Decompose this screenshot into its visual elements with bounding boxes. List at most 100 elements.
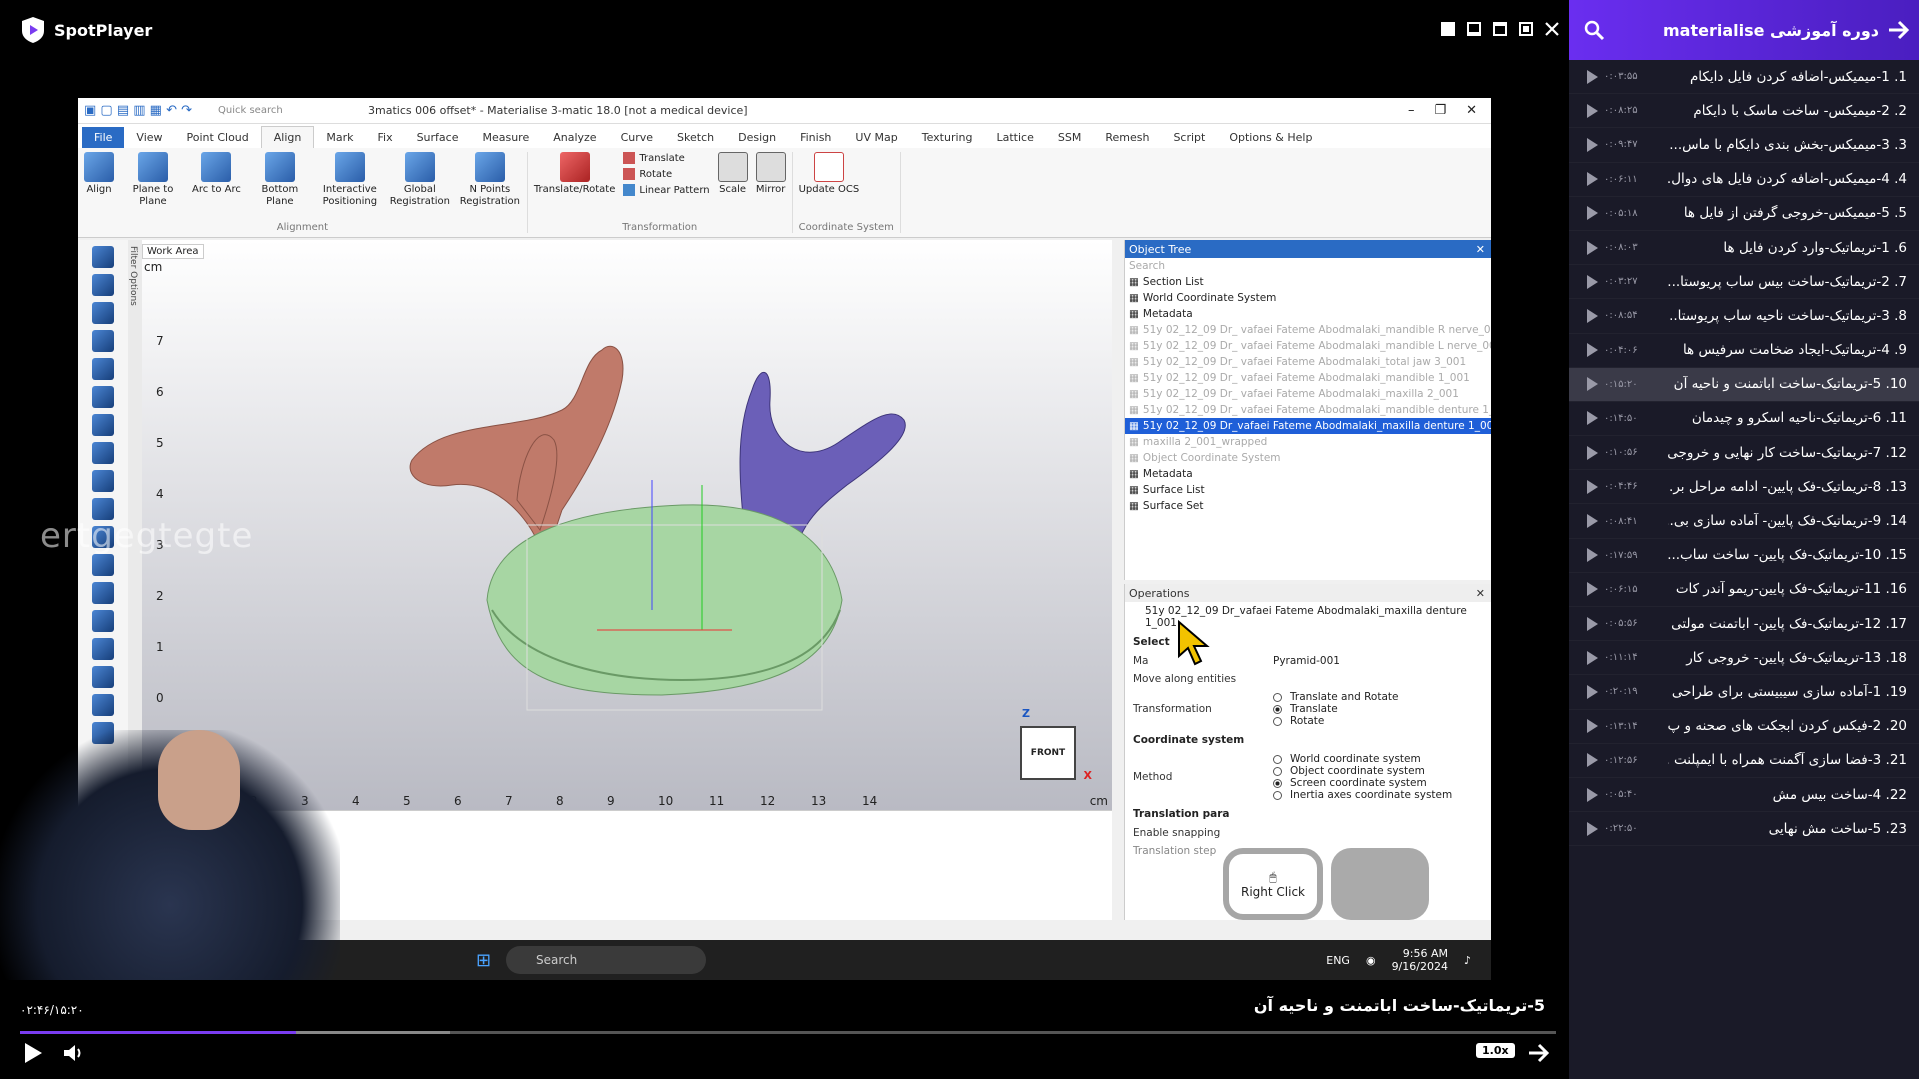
tree-search-input[interactable]: Search [1125,258,1491,274]
playlist-item[interactable]: 22. 4-ساخت بیس مش ۰:۰۵:۴۰ [1569,778,1919,813]
play-icon[interactable] [1587,274,1598,289]
atom-icon[interactable] [92,666,114,688]
playlist-item[interactable]: 7. 2-تریماتیک-ساخت بیس ساب پریوستا... ۰:۰… [1569,265,1919,300]
tree-row[interactable]: ▦ Metadata [1125,466,1491,482]
ribbon-button[interactable]: N Points Registration [459,152,521,222]
play-icon[interactable] [1587,821,1598,836]
cube-icon[interactable] [92,442,114,464]
tree-row[interactable]: ▦ Section List [1125,274,1491,290]
playlist-item[interactable]: 9. 4-تریماتیک-ایجاد ضخامت سرفیس ها ۰:۰۴:۰… [1569,334,1919,368]
playlist-item[interactable]: 11. 6-تریماتیک-ناحیه اسکرو و چیدمان ۰:۱۴:… [1569,402,1919,437]
ribbon-tab[interactable]: Fix [365,127,404,148]
radio-option[interactable]: World coordinate system [1273,753,1452,765]
translate-button[interactable]: Translate [623,152,709,164]
ribbon-tab[interactable]: Finish [788,127,843,148]
mirror-button[interactable]: Mirror [755,152,786,222]
notification-icon[interactable]: ♪ [1464,954,1471,967]
radio-option[interactable]: Rotate [1273,715,1398,727]
play-icon[interactable] [1587,411,1598,426]
work-area[interactable]: Work Area cm 76543210 234567891011121314… [142,240,1112,810]
ribbon-tab[interactable]: File [82,127,125,148]
play-icon[interactable] [1587,582,1598,597]
rotate-button[interactable]: Rotate [623,168,709,180]
ribbon-button[interactable]: Bottom Plane [249,152,311,222]
restore-icon[interactable] [1517,20,1535,38]
play-icon[interactable] [1587,514,1598,529]
ribbon-button[interactable]: Plane to Plane [122,152,184,222]
playlist-item[interactable]: 2. 2-میمیکس- ساخت ماسک با دایکام ۰:۰۸:۲۵ [1569,94,1919,129]
tree-row[interactable]: ▦ Object Coordinate System [1125,450,1491,466]
play-icon[interactable] [1587,445,1598,460]
tree-row[interactable]: ▦ 51y 02_12_09 Dr_ vafaei Fateme Abodmala… [1125,402,1491,418]
ribbon-tab[interactable]: Texturing [910,127,985,148]
playlist-item[interactable]: 6. 1-تریماتیک-وارد کردن فایل ها ۰:۰۸:۰۳ [1569,231,1919,266]
minimize-icon[interactable]: – [1408,103,1415,118]
radio-option[interactable]: Object coordinate system [1273,765,1452,777]
tree-row[interactable]: ▦ Metadata [1125,306,1491,322]
playlist-item[interactable]: 12. 7-تریماتیک-ساخت کار نهایی و خروجی ۰:۱… [1569,436,1919,471]
play-icon[interactable] [1587,308,1598,323]
tree-row[interactable]: ▦ Surface Set [1125,498,1491,514]
tree-row[interactable]: ▦ Surface List [1125,482,1491,498]
dental-model[interactable] [142,240,1112,810]
wifi-icon[interactable]: ◉ [1366,954,1376,967]
clip-icon[interactable] [92,610,114,632]
ribbon-tab[interactable]: View [124,127,174,148]
progress-bar[interactable] [20,1031,1556,1034]
volume-icon[interactable] [60,1040,86,1066]
play-icon[interactable] [1587,69,1598,84]
rotate-icon[interactable] [92,274,114,296]
mesh-icon[interactable] [92,554,114,576]
play-icon[interactable] [1587,343,1598,358]
tree-row[interactable]: ▦ 51y 02_12_09 Dr_ vafaei Fateme Abodmala… [1125,354,1491,370]
speed-button[interactable]: 1.0x [1476,1043,1515,1058]
play-icon[interactable] [1587,684,1598,699]
playlist-item[interactable]: 19. 1-آماده سازی سیبیستی برای طراحی ۰:۲۰:… [1569,675,1919,710]
scale-button[interactable]: Scale [717,152,748,222]
target-icon[interactable] [92,386,114,408]
clock[interactable]: 9:56 AM 9/16/2024 [1392,947,1448,973]
ribbon-tab[interactable]: Surface [405,127,471,148]
play-icon[interactable] [1587,719,1598,734]
ribbon-tab[interactable]: Analyze [541,127,608,148]
zoom-icon[interactable] [92,302,114,324]
ribbon-button[interactable]: Global Registration [389,152,451,222]
ribbon-button[interactable]: Interactive Positioning [319,152,381,222]
radio-option[interactable]: Translate and Rotate [1273,691,1398,703]
taskbar-search[interactable]: Search [506,946,706,974]
ribbon-button[interactable]: Align [84,152,114,222]
playlist-item[interactable]: 8. 3-تریماتیک-ساخت ناحیه ساب پریوستا... ۰… [1569,299,1919,334]
translate-rotate-button[interactable]: Translate/Rotate [534,152,615,222]
play-icon[interactable] [1587,206,1598,221]
playlist-item[interactable]: 17. 12-تریماتیک-فک پایین- اباتمنت مولتی ۰… [1569,607,1919,642]
ribbon-tab[interactable]: Align [260,126,315,148]
play-icon[interactable] [1587,172,1598,187]
ribbon-tab[interactable]: Mark [314,127,365,148]
close-icon[interactable]: ✕ [1476,243,1491,256]
ribbon-button[interactable]: Arc to Arc [192,152,241,222]
tree-row[interactable]: ▦ World Coordinate System [1125,290,1491,306]
update-ocs-button[interactable]: Update OCS [799,152,859,222]
minimize-icon[interactable] [1465,20,1483,38]
ribbon-tab[interactable]: Design [726,127,788,148]
tree-row[interactable]: ▦ 51y 02_12_09 Dr_ vafaei Fateme Abodmala… [1125,338,1491,354]
playlist-item[interactable]: 15. 10-تریماتیک-فک پایین- ساخت ساب... ۰:۱… [1569,539,1919,573]
radio-option[interactable]: Translate [1273,703,1398,715]
play-icon[interactable] [1587,650,1598,665]
playlist-item[interactable]: 20. 2-فیکس کردن ابجکت های صحنه و پ... ۰:۱… [1569,710,1919,744]
tree-row[interactable]: ▦ 51y 02_12_09 Dr_ vafaei Fateme Abodmala… [1125,386,1491,402]
playlist-item[interactable]: 5. 5-میمیکس-خروجی گرفتن از فایل ها ۰:۰۵:۱… [1569,197,1919,231]
view-icon[interactable] [92,414,114,436]
zoom-region-icon[interactable] [92,330,114,352]
move-icon[interactable] [92,246,114,268]
square-icon[interactable] [1439,20,1457,38]
linear-pattern-button[interactable]: Linear Pattern [623,184,710,196]
restore-icon[interactable]: ❐ [1434,103,1446,118]
box-icon[interactable] [92,470,114,492]
play-icon[interactable] [1587,240,1598,255]
fill-icon[interactable] [92,638,114,660]
play-icon[interactable] [1587,137,1598,152]
play-icon[interactable] [1587,103,1598,118]
ribbon-tab[interactable]: Remesh [1093,127,1161,148]
radio-option[interactable]: Inertia axes coordinate system [1273,789,1452,801]
